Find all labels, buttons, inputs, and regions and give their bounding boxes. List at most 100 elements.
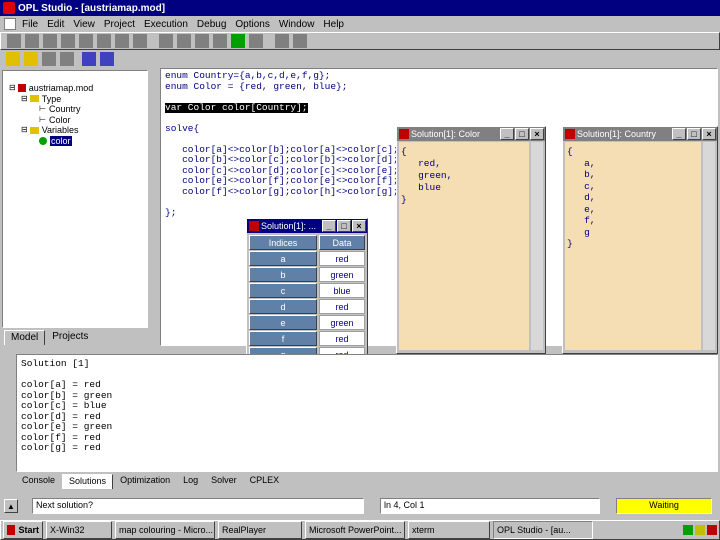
table-cell-data[interactable]: blue [319,283,365,298]
minimize-button[interactable]: _ [500,128,514,140]
table-cell-data[interactable]: red [319,299,365,314]
solution-table-window[interactable]: Solution[1]: ... _ □ × Indices abcdefg D… [246,218,368,362]
tree-icon[interactable] [275,34,289,48]
tree-item-variables[interactable]: ⊟ Variables [9,125,147,136]
scrollbar-vertical[interactable] [531,142,543,350]
find-icon[interactable] [195,34,209,48]
taskbar-item[interactable]: X-Win32 [46,521,112,539]
tray-icon[interactable] [695,525,705,535]
solution-color-titlebar[interactable]: Solution[1]: Color _ □ × [397,127,545,141]
tree-item-color-var[interactable]: color [9,135,147,146]
chart-icon[interactable] [249,34,263,48]
close-button[interactable]: × [530,128,544,140]
output-line: Solution [1] [21,358,90,369]
properties-icon[interactable] [60,52,74,66]
table-cell-data[interactable]: green [319,315,365,330]
output-dock-handle[interactable] [4,354,14,492]
new-file-icon[interactable] [6,52,20,66]
taskbar-item[interactable]: RealPlayer [218,521,302,539]
tab-solver[interactable]: Solver [205,474,243,489]
solution-country-window[interactable]: Solution[1]: Country _ □ × { a, b, c, d,… [562,126,718,354]
expand-icon[interactable]: ⊟ [9,83,16,94]
next-button[interactable]: ▲ [4,499,18,513]
menu-options[interactable]: Options [235,19,269,30]
data-header[interactable]: Data [319,235,365,250]
table-cell-index[interactable]: f [249,331,317,346]
menu-window[interactable]: Window [279,19,315,30]
taskbar-item[interactable]: xterm [408,521,490,539]
table-cell-index[interactable]: a [249,251,317,266]
solution-line: f, [567,215,596,226]
menu-debug[interactable]: Debug [197,19,226,30]
tree-item-root[interactable]: ⊟ austriamap.mod [9,83,147,94]
tab-cplex[interactable]: CPLEX [243,474,286,489]
indices-header[interactable]: Indices [249,235,317,250]
start-button[interactable]: Start [3,521,43,539]
browse-icon[interactable] [177,34,191,48]
taskbar-item[interactable]: map colouring - Micro... [115,521,215,539]
maximize-button[interactable]: □ [515,128,529,140]
tab-console[interactable]: Console [16,474,62,489]
maximize-button[interactable]: □ [337,220,351,232]
variable-icon [39,136,47,145]
expand-icon[interactable]: ⊟ [21,125,28,136]
save-icon[interactable] [42,52,56,66]
solution-icon[interactable] [133,34,147,48]
close-icon[interactable] [293,34,307,48]
tree-item-type[interactable]: ⊟ Type [9,94,147,105]
tab-log[interactable]: Log [177,474,205,489]
toolbar-second [0,50,150,68]
menu-edit[interactable]: Edit [47,19,64,30]
table-cell-data[interactable]: red [319,331,365,346]
next-icon[interactable] [159,34,173,48]
menu-view[interactable]: View [73,19,95,30]
stop-icon[interactable] [43,34,57,48]
tab-model[interactable]: Model [4,330,46,345]
minimize-button[interactable]: _ [672,128,686,140]
taskbar-item[interactable]: OPL Studio - [au... [493,521,593,539]
scrollbar-vertical[interactable] [703,142,715,350]
tab-optimization[interactable]: Optimization [114,474,177,489]
taskbar-item[interactable]: Microsoft PowerPoint... [305,521,405,539]
pause-icon[interactable] [61,34,75,48]
output-pane[interactable]: Solution [1] color[a] = red color[b] = gr… [16,354,718,472]
minimize-button[interactable]: _ [322,220,336,232]
tree-item-color-type[interactable]: ⊢ Color [9,115,147,126]
menu-file[interactable]: File [22,19,38,30]
table-cell-index[interactable]: d [249,299,317,314]
breakpoint-icon[interactable] [97,34,111,48]
menu-help[interactable]: Help [323,19,344,30]
close-button[interactable]: × [702,128,716,140]
debug-icon[interactable] [79,34,93,48]
solution-color-window[interactable]: Solution[1]: Color _ □ × { red, green, b… [396,126,546,354]
menu-execution[interactable]: Execution [144,19,188,30]
grid-icon[interactable] [115,34,129,48]
table-cell-data[interactable]: green [319,267,365,282]
toolbar-top [0,32,720,50]
run-icon[interactable] [7,34,21,48]
network-icon[interactable] [100,52,114,66]
solution-line: a, [567,157,596,169]
tree-item-country[interactable]: ⊢ Country [9,104,147,115]
solution-table-titlebar[interactable]: Solution[1]: ... _ □ × [247,219,367,233]
menu-project[interactable]: Project [104,19,135,30]
doc-icon[interactable] [4,18,16,30]
tray-icon[interactable] [683,525,693,535]
open-folder-icon[interactable] [24,52,38,66]
table-cell-data[interactable]: red [319,251,365,266]
solution-country-titlebar[interactable]: Solution[1]: Country _ □ × [563,127,717,141]
open-icon[interactable] [213,34,227,48]
link-icon[interactable] [82,52,96,66]
solution-line: } [567,238,573,249]
tab-solutions[interactable]: Solutions [62,474,114,489]
close-button[interactable]: × [352,220,366,232]
step-icon[interactable] [25,34,39,48]
table-cell-index[interactable]: e [249,315,317,330]
table-cell-index[interactable]: c [249,283,317,298]
expand-icon[interactable]: ⊟ [21,94,28,105]
table-cell-index[interactable]: b [249,267,317,282]
table-icon[interactable] [231,34,245,48]
maximize-button[interactable]: □ [687,128,701,140]
tab-projects[interactable]: Projects [46,330,95,345]
tray-icon[interactable] [707,525,717,535]
